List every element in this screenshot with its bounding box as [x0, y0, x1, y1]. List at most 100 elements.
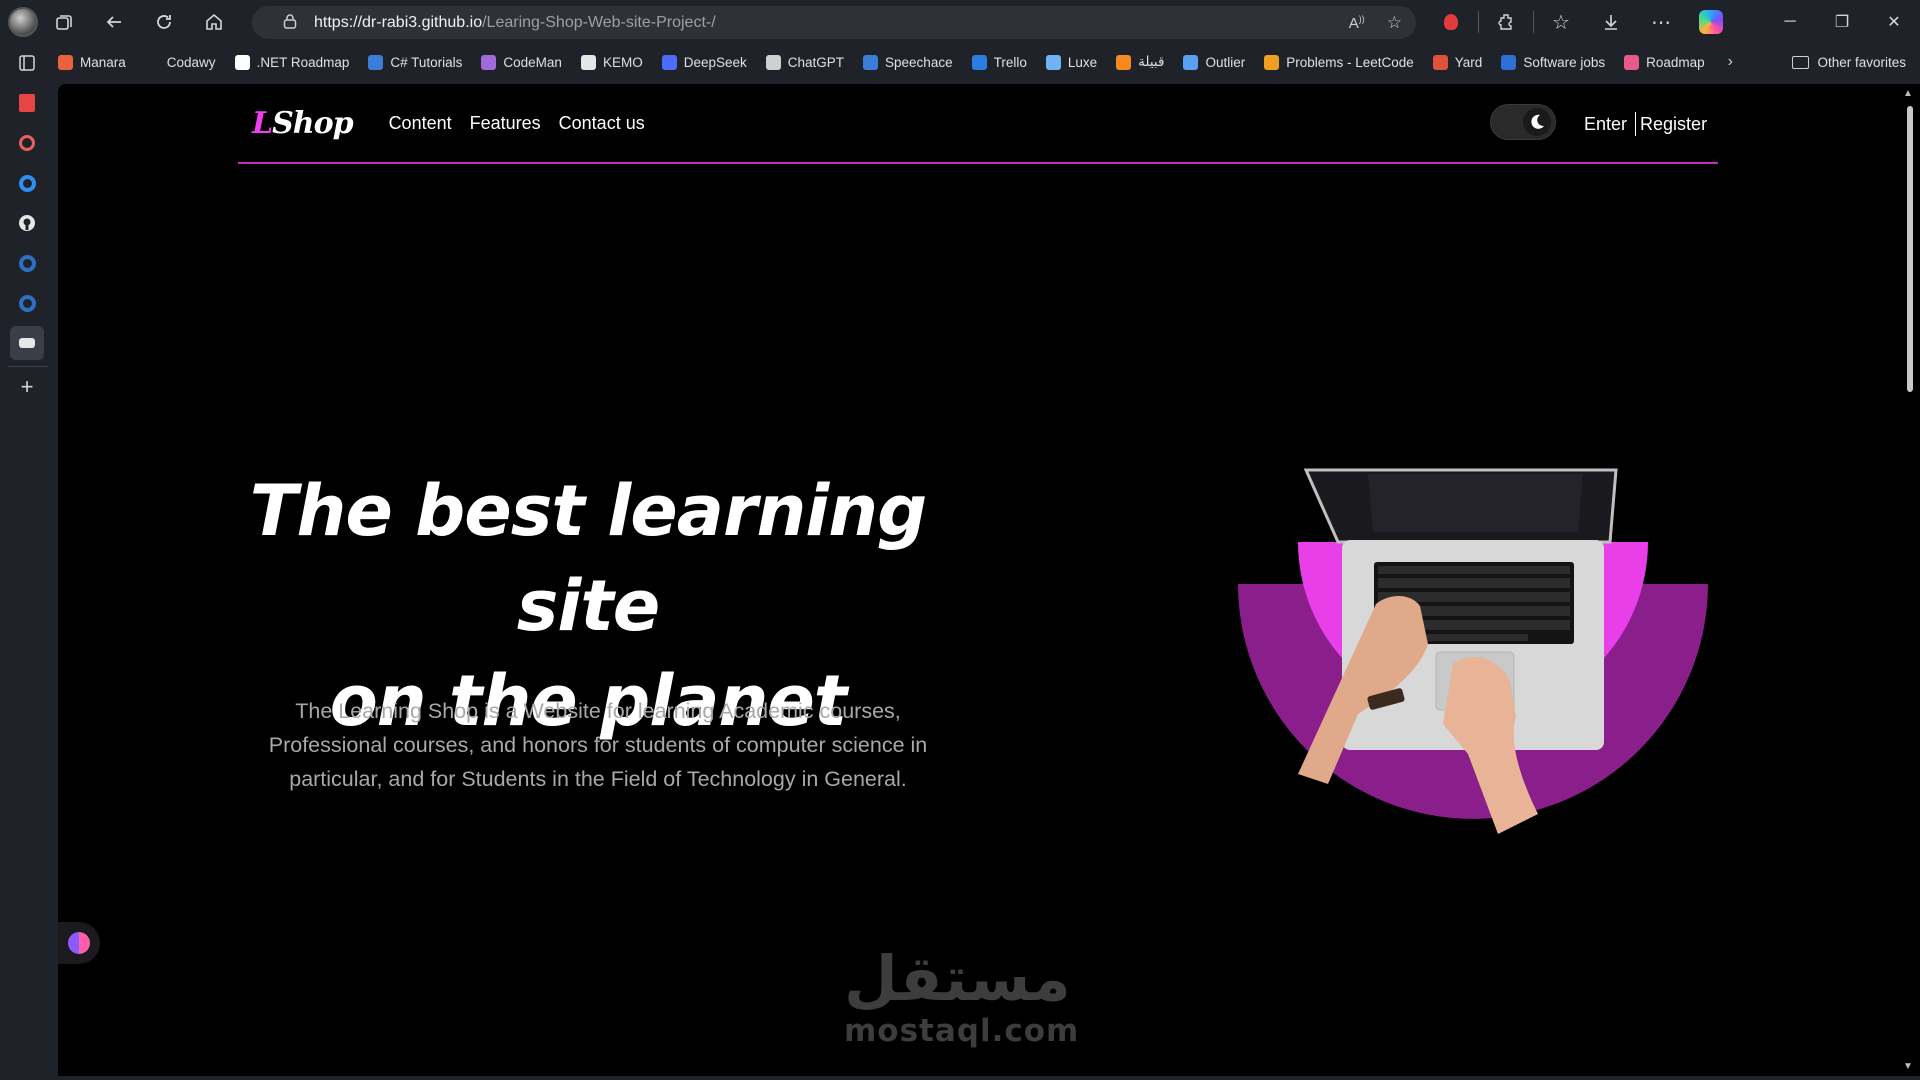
bookmark-favicon-icon [971, 54, 987, 70]
hero-description: The Learning Shop is a Website for learn… [268, 699, 928, 791]
workspaces-icon[interactable] [44, 2, 84, 42]
bookmark-item[interactable]: .NET Roadmap [234, 54, 349, 70]
bookmark-label: Luxe [1067, 54, 1098, 70]
site-logo[interactable]: LShop [252, 105, 354, 141]
bookmark-item[interactable]: C# Tutorials [368, 54, 463, 70]
toolbar-separator [1478, 11, 1479, 33]
downloads-icon[interactable] [1586, 2, 1636, 42]
bookmark-favicon-icon [234, 54, 250, 70]
copilot-icon[interactable] [1686, 2, 1736, 42]
restore-icon[interactable]: ❐ [1816, 0, 1868, 44]
bookmark-label: C# Tutorials [390, 54, 463, 70]
minimize-icon[interactable]: ─ [1764, 0, 1816, 44]
register-link[interactable]: Register [1640, 114, 1707, 135]
bookmark-label: Outlier [1205, 54, 1246, 70]
github-icon[interactable] [10, 206, 44, 240]
read-aloud-icon[interactable]: A)) [1349, 14, 1365, 32]
extension-red-icon[interactable] [1426, 2, 1476, 42]
bookmark-item[interactable]: Codawy [144, 54, 216, 70]
circle-app-icon[interactable] [10, 166, 44, 200]
window-controls: ─ ❐ ✕ [1764, 0, 1920, 44]
game-app-icon[interactable] [10, 326, 44, 360]
bookmark-label: Software jobs [1523, 54, 1606, 70]
bookmark-item[interactable]: Luxe [1045, 54, 1098, 70]
scroll-down-icon[interactable]: ▼ [1903, 1061, 1913, 1072]
browser-window: https://dr-rabi3.github.io/Learing-Shop-… [0, 0, 1920, 1080]
bookmark-label: Problems - LeetCode [1286, 54, 1414, 70]
home-icon[interactable] [194, 2, 234, 42]
theme-toggle[interactable] [1490, 104, 1556, 140]
nav-content-link[interactable]: Content [389, 113, 452, 134]
nav-contact-link[interactable]: Contact us [559, 113, 645, 134]
auth-links: Enter Register [1584, 84, 1707, 164]
bookmark-favicon-icon [1045, 54, 1061, 70]
close-icon[interactable]: ✕ [1868, 0, 1920, 44]
bookmark-label: DeepSeek [683, 54, 747, 70]
bookmark-favicon-icon [144, 54, 160, 70]
favorite-star-icon[interactable]: ☆ [1387, 13, 1402, 33]
add-icon[interactable]: + [10, 370, 44, 404]
enter-link[interactable]: Enter [1584, 114, 1627, 135]
auth-divider [1635, 112, 1637, 136]
record-app-icon[interactable] [10, 126, 44, 160]
bookmark-item[interactable]: ChatGPT [765, 54, 845, 70]
floating-assistant-button[interactable] [58, 922, 100, 964]
bookmark-item[interactable]: قبيلة [1116, 54, 1164, 70]
favorites-icon[interactable]: ☆ [1536, 2, 1586, 42]
toolbar-separator [1533, 11, 1534, 33]
pdf-app-icon[interactable] [10, 86, 44, 120]
bookmark-item[interactable]: DeepSeek [661, 54, 747, 70]
bookmark-item[interactable]: CodeMan [481, 54, 562, 70]
brain-icon [68, 932, 90, 954]
circle-app-icon[interactable] [10, 246, 44, 280]
bookmark-item[interactable]: Speechace [863, 54, 953, 70]
tab-actions-icon[interactable] [10, 46, 44, 80]
lock-icon[interactable] [272, 13, 308, 33]
nav-features-link[interactable]: Features [470, 113, 541, 134]
bookmark-item[interactable]: Software jobs [1501, 54, 1606, 70]
hero-title-line1: The best learning site [249, 470, 928, 647]
refresh-icon[interactable] [144, 2, 184, 42]
bookmark-label: Yard [1454, 54, 1483, 70]
bookmark-favicon-icon [368, 54, 384, 70]
back-icon[interactable] [94, 2, 134, 42]
page-scrollbar[interactable]: ▲ ▼ [1900, 84, 1920, 1076]
site-navbar: LShop Content Features Contact us Enter … [238, 84, 1718, 164]
hero-laptop-illustration [1238, 468, 1708, 834]
bookmark-item[interactable]: Outlier [1183, 54, 1246, 70]
bookmark-item[interactable]: Yard [1432, 54, 1483, 70]
bookmark-item[interactable]: Trello [971, 54, 1027, 70]
scroll-up-icon[interactable]: ▲ [1903, 88, 1913, 99]
circle-app-icon[interactable] [10, 286, 44, 320]
bookmark-item[interactable]: Roadmap [1624, 54, 1705, 70]
bookmark-favicon-icon [1432, 54, 1448, 70]
title-bar: https://dr-rabi3.github.io/Learing-Shop-… [0, 0, 1920, 44]
bookmark-label: KEMO [602, 54, 643, 70]
other-favorites-folder[interactable]: Other favorites [1792, 48, 1906, 76]
profile-avatar[interactable] [8, 7, 38, 37]
bookmarks-overflow-chevron-icon[interactable]: › [1728, 53, 1733, 71]
bookmark-label: CodeMan [503, 54, 562, 70]
more-menu-icon[interactable]: ⋯ [1636, 2, 1686, 42]
url-path: /Learing-Shop-Web-site-Project-/ [482, 13, 716, 31]
bookmark-favicon-icon [1116, 54, 1132, 70]
folder-icon [1792, 55, 1810, 69]
bookmark-favicon-icon [481, 54, 497, 70]
page-viewport: LShop Content Features Contact us Enter … [58, 84, 1900, 1076]
bookmarks-bar: Manara Codawy .NET Roadmap C# Tutorials Code… [58, 48, 1920, 76]
address-bar[interactable]: https://dr-rabi3.github.io/Learing-Shop-… [252, 6, 1416, 39]
bookmark-favicon-icon [1183, 54, 1199, 70]
bookmark-label: Roadmap [1646, 54, 1705, 70]
extensions-icon[interactable] [1481, 2, 1531, 42]
bookmark-item[interactable]: KEMO [580, 54, 643, 70]
scrollbar-thumb[interactable] [1907, 106, 1913, 392]
bookmark-item[interactable]: Problems - LeetCode [1264, 54, 1414, 70]
bookmark-label: ChatGPT [787, 54, 845, 70]
logo-text: Shop [272, 105, 353, 141]
bookmark-label: Trello [993, 54, 1027, 70]
mostaql-watermark: مستقل mostaql.com [844, 944, 1078, 1049]
bookmark-favicon-icon [580, 54, 596, 70]
bookmark-label: Manara [80, 54, 126, 70]
bookmark-item[interactable]: Manara [58, 54, 126, 70]
browser-sidebar: + [0, 44, 56, 1080]
